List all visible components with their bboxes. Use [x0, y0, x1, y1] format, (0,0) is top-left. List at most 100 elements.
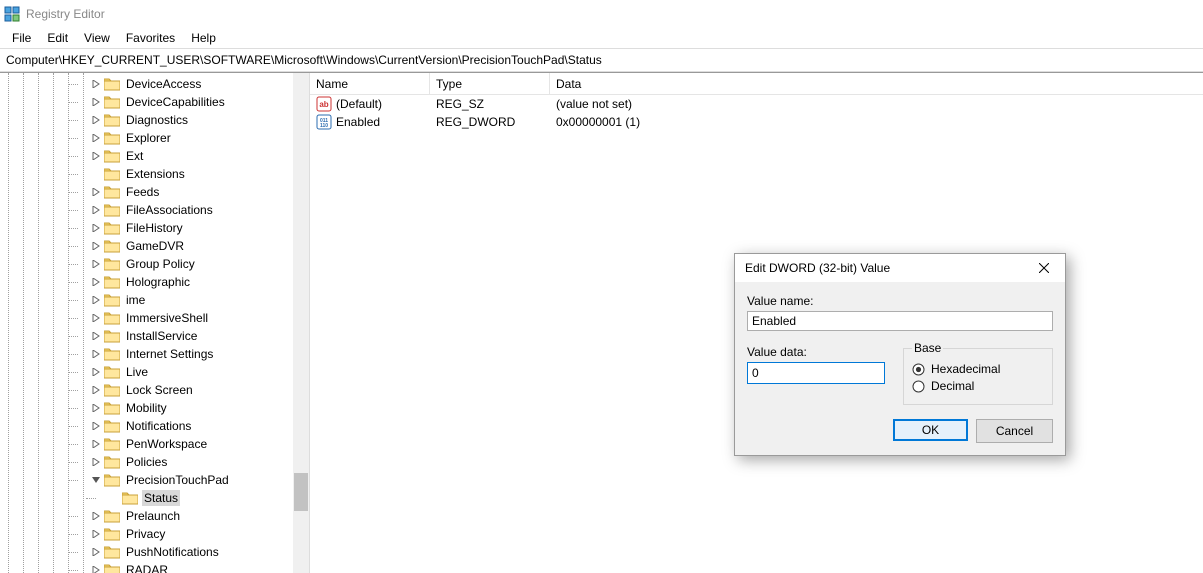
folder-icon	[104, 527, 120, 541]
cancel-button[interactable]: Cancel	[976, 419, 1053, 443]
tree-item-label: Policies	[124, 454, 169, 470]
tree-item-label: PrecisionTouchPad	[124, 472, 231, 488]
value-data-field[interactable]	[747, 362, 885, 384]
folder-icon	[104, 509, 120, 523]
radio-selected-icon	[912, 363, 925, 376]
tree-item-installservice[interactable]: InstallService	[78, 327, 309, 345]
folder-icon	[104, 419, 120, 433]
tree-item-label: Explorer	[124, 130, 173, 146]
tree-item-label: Mobility	[124, 400, 169, 416]
menubar: File Edit View Favorites Help	[0, 28, 1203, 48]
value-data: (value not set)	[550, 97, 1203, 111]
tree-pane: DeviceAccess DeviceCapabilities Diagnost…	[0, 73, 310, 573]
tree-item-label: Diagnostics	[124, 112, 190, 128]
tree-item-label: Status	[142, 490, 180, 506]
tree-scrollbar[interactable]	[293, 73, 309, 573]
tree-item-label: Prelaunch	[124, 508, 182, 524]
menu-favorites[interactable]: Favorites	[118, 29, 183, 47]
address-bar	[0, 48, 1203, 72]
folder-icon	[104, 257, 120, 271]
dialog-close-button[interactable]	[1023, 254, 1065, 282]
tree-item-fileassociations[interactable]: FileAssociations	[78, 201, 309, 219]
radio-unselected-icon	[912, 380, 925, 393]
tree-item-label: Lock Screen	[124, 382, 195, 398]
folder-icon	[104, 275, 120, 289]
radio-hexadecimal[interactable]: Hexadecimal	[912, 362, 1044, 376]
tree-item-label: ImmersiveShell	[124, 310, 210, 326]
tree-item-lock-screen[interactable]: Lock Screen	[78, 381, 309, 399]
radio-dec-label: Decimal	[931, 379, 974, 393]
tree-item-label: RADAR	[124, 562, 170, 573]
tree-item-label: Ext	[124, 148, 145, 164]
folder-icon	[104, 167, 120, 181]
tree-item-ime[interactable]: ime	[78, 291, 309, 309]
tree-item-penworkspace[interactable]: PenWorkspace	[78, 435, 309, 453]
tree-item-ext[interactable]: Ext	[78, 147, 309, 165]
tree-item-policies[interactable]: Policies	[78, 453, 309, 471]
tree-item-prelaunch[interactable]: Prelaunch	[78, 507, 309, 525]
tree-item-precisiontouchpad[interactable]: PrecisionTouchPad	[78, 471, 309, 489]
label-value-data: Value data:	[747, 345, 885, 359]
regedit-icon	[4, 6, 20, 22]
folder-icon	[122, 491, 138, 505]
base-group-legend: Base	[912, 341, 943, 355]
column-data[interactable]: Data	[550, 73, 1203, 94]
tree-item-gamedvr[interactable]: GameDVR	[78, 237, 309, 255]
value-name: Enabled	[336, 115, 380, 129]
menu-file[interactable]: File	[4, 29, 39, 47]
folder-icon	[104, 95, 120, 109]
label-value-name: Value name:	[747, 294, 1053, 308]
tree-item-pushnotifications[interactable]: PushNotifications	[78, 543, 309, 561]
tree-item-immersiveshell[interactable]: ImmersiveShell	[78, 309, 309, 327]
folder-icon	[104, 149, 120, 163]
reg-sz-icon: ab	[316, 96, 332, 112]
reg-dword-icon: 011 110	[316, 114, 332, 130]
ok-button[interactable]: OK	[893, 419, 968, 441]
menu-view[interactable]: View	[76, 29, 118, 47]
value-data: 0x00000001 (1)	[550, 115, 1203, 129]
value-name: (Default)	[336, 97, 382, 111]
radio-decimal[interactable]: Decimal	[912, 379, 1044, 393]
tree-item-mobility[interactable]: Mobility	[78, 399, 309, 417]
folder-icon	[104, 239, 120, 253]
tree-item-explorer[interactable]: Explorer	[78, 129, 309, 147]
list-pane: Name Type Data ab (Default)REG_SZ(value …	[310, 73, 1203, 573]
tree-item-radar[interactable]: RADAR	[78, 561, 309, 573]
list-row[interactable]: ab (Default)REG_SZ(value not set)	[310, 95, 1203, 113]
folder-icon	[104, 437, 120, 451]
folder-icon	[104, 203, 120, 217]
tree-item-group-policy[interactable]: Group Policy	[78, 255, 309, 273]
tree-item-extensions[interactable]: Extensions	[78, 165, 309, 183]
tree-item-devicecapabilities[interactable]: DeviceCapabilities	[78, 93, 309, 111]
tree-item-diagnostics[interactable]: Diagnostics	[78, 111, 309, 129]
tree-item-label: Notifications	[124, 418, 193, 434]
folder-icon	[104, 383, 120, 397]
tree-item-label: ime	[124, 292, 147, 308]
column-type[interactable]: Type	[430, 73, 550, 94]
tree-item-privacy[interactable]: Privacy	[78, 525, 309, 543]
tree-item-internet-settings[interactable]: Internet Settings	[78, 345, 309, 363]
dialog-titlebar[interactable]: Edit DWORD (32-bit) Value	[735, 254, 1065, 282]
tree-scroll-thumb[interactable]	[294, 473, 308, 511]
tree-item-label: PenWorkspace	[124, 436, 209, 452]
close-icon	[1039, 263, 1049, 273]
tree-item-status[interactable]: Status	[78, 489, 309, 507]
list-row[interactable]: 011 110 EnabledREG_DWORD0x00000001 (1)	[310, 113, 1203, 131]
tree-item-label: GameDVR	[124, 238, 186, 254]
base-group: Base Hexadecimal	[903, 341, 1053, 405]
value-name-field[interactable]	[747, 311, 1053, 331]
menu-edit[interactable]: Edit	[39, 29, 76, 47]
tree-item-notifications[interactable]: Notifications	[78, 417, 309, 435]
tree-item-filehistory[interactable]: FileHistory	[78, 219, 309, 237]
tree-item-live[interactable]: Live	[78, 363, 309, 381]
column-name[interactable]: Name	[310, 73, 430, 94]
folder-icon	[104, 329, 120, 343]
tree-item-label: Group Policy	[124, 256, 197, 272]
tree-item-deviceaccess[interactable]: DeviceAccess	[78, 75, 309, 93]
address-input[interactable]	[4, 52, 1199, 68]
tree-item-feeds[interactable]: Feeds	[78, 183, 309, 201]
menu-help[interactable]: Help	[183, 29, 224, 47]
edit-dword-dialog: Edit DWORD (32-bit) Value Value name: Va…	[734, 253, 1066, 456]
tree-item-holographic[interactable]: Holographic	[78, 273, 309, 291]
tree-item-label: Internet Settings	[124, 346, 215, 362]
